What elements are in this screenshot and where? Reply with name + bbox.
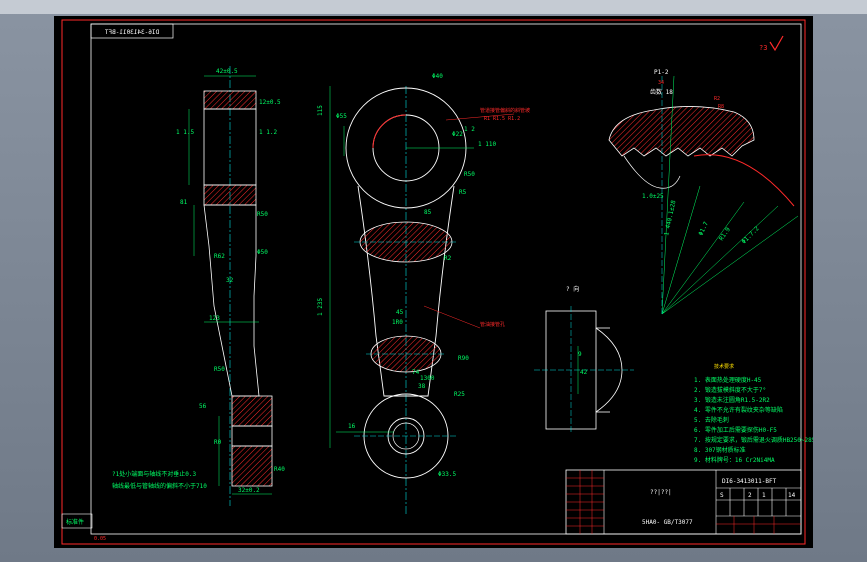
front-dim: Φ40 xyxy=(432,73,443,80)
side-dim: 32±0.2 xyxy=(238,487,260,494)
front-callout: 管油接管孔 xyxy=(480,321,505,328)
side-dim: 1 1.5 xyxy=(176,129,194,136)
side-dim: 42±0.5 xyxy=(216,68,238,75)
gear-label: P1-2 xyxy=(654,69,669,76)
footer-small: 0.05 xyxy=(94,536,106,542)
front-dim: Φ33.5 xyxy=(438,471,456,478)
side-dim: R40 xyxy=(274,466,285,473)
front-dim: 1 2 xyxy=(464,126,475,133)
side-dim: 32 xyxy=(226,277,234,284)
section-dim: 42 xyxy=(580,369,588,376)
stage-cell: 1 xyxy=(762,492,766,499)
front-dim: 38 xyxy=(418,383,426,390)
front-dim: R90 xyxy=(458,355,469,362)
mirrored-code: DI6-3413011-BFT xyxy=(105,29,160,36)
tech-item: 9. 材料牌号：16 Cr2Ni4MA xyxy=(694,456,775,464)
side-dim: R50 xyxy=(214,366,225,373)
front-dim: R2 xyxy=(444,255,452,262)
front-dim: 16 xyxy=(348,423,356,430)
gear-ratio: 34 xyxy=(658,80,664,86)
side-dim: R0 xyxy=(214,439,222,446)
side-note: 轴线最低与管轴线的偏斜不小于710 xyxy=(112,482,207,490)
side-dim: 1 1.2 xyxy=(259,129,277,136)
side-dim: 81 xyxy=(180,199,188,206)
side-dim: 12±0.5 xyxy=(259,99,281,106)
tech-item: 2. 锻造拔模斜度不大于7° xyxy=(694,386,766,394)
tech-item: 6. 零件加工后需要探伤H0-F5 xyxy=(694,426,777,434)
gear-module: 齿数 18 xyxy=(650,88,673,96)
tech-item: 8. 307钢材质标准 xyxy=(694,446,746,454)
gear-dim: R1.9 xyxy=(718,226,732,242)
tech-item: 5. 去除毛刺 xyxy=(694,416,729,424)
side-dim: 123 xyxy=(209,315,220,322)
stage-cell: S xyxy=(720,492,724,499)
front-dim: R5 xyxy=(459,189,467,196)
front-dim: 85 xyxy=(424,209,432,216)
front-callout: 管道接管偏斜的斜管坡 xyxy=(480,107,530,114)
front-dim: R50 xyxy=(464,171,475,178)
gear-dim: Φ1.7 xyxy=(697,220,710,236)
checkmark-icon xyxy=(769,35,784,52)
footer-label: 标准件 xyxy=(66,518,84,526)
front-dim: 74 xyxy=(412,369,420,376)
side-dim: R50 xyxy=(257,211,268,218)
outer-frame xyxy=(61,19,806,545)
scale-mark: ?3 xyxy=(759,44,767,52)
front-dim: 1300 xyxy=(420,375,435,382)
front-view xyxy=(329,86,515,516)
front-dim: 1 110 xyxy=(478,141,496,148)
section-label: ? 向 xyxy=(566,285,579,293)
side-dim: Φ50 xyxy=(257,249,268,256)
gear-dim: Φ1.7.2 xyxy=(740,225,761,246)
front-dim: 115 xyxy=(317,105,324,116)
front-dim: 1R0 xyxy=(392,319,403,326)
title-material: 5HA0- GB/T3077 xyxy=(642,519,693,526)
front-dim: Φ22 xyxy=(452,131,463,138)
front-dim: R25 xyxy=(454,391,465,398)
gear-dim: 1 440.1±28 xyxy=(663,199,677,236)
tech-requirements: 技术要求 1. 表面热处理硬度H-45 2. 锻造拔模斜度不大于7° 3. 锻造… xyxy=(694,363,813,464)
gear-dim: R2 xyxy=(714,96,720,102)
side-dim: 56 xyxy=(199,403,207,410)
cad-window: DI6-3413011-BFT ?3 42±0.5 12±0.5 1 1.5 1… xyxy=(0,0,867,562)
tech-item: 3. 锻造未注圆角R1.5-2R2 xyxy=(694,396,770,404)
drawing-svg: DI6-3413011-BFT ?3 42±0.5 12±0.5 1 1.5 1… xyxy=(61,19,813,545)
toolbar-strip xyxy=(0,0,867,14)
front-callout: R1 R1.5 R1.2 xyxy=(484,116,520,122)
drawing-canvas[interactable]: DI6-3413011-BFT ?3 42±0.5 12±0.5 1 1.5 1… xyxy=(54,16,813,548)
gear-dim: R8 xyxy=(718,104,724,110)
side-note: ?1处小端面与轴线不对垂止0.3 xyxy=(112,470,196,478)
section-dim: 9 xyxy=(578,351,582,358)
gear-detail xyxy=(608,75,799,316)
side-dim: R62 xyxy=(214,253,225,260)
stage-cell: 14 xyxy=(788,492,796,499)
title-code: DI6-3413011-BFT xyxy=(722,478,777,485)
front-dim: 1 235 xyxy=(317,298,324,316)
tech-item: 7. 按规定要求，锻后需退火调质HB250~285 xyxy=(694,436,813,444)
front-dim: 45 xyxy=(396,309,404,316)
front-dim: Φ55 xyxy=(336,113,347,120)
tech-item: 1. 表面热处理硬度H-45 xyxy=(694,376,762,384)
gear-dim: 1.0±25 xyxy=(642,193,664,200)
stage-cell: 2 xyxy=(748,492,752,499)
tech-title: 技术要求 xyxy=(714,363,734,370)
title-name: ??|??| xyxy=(650,489,672,496)
tech-item: 4. 零件不允许有裂纹夹杂等缺陷 xyxy=(694,406,783,414)
